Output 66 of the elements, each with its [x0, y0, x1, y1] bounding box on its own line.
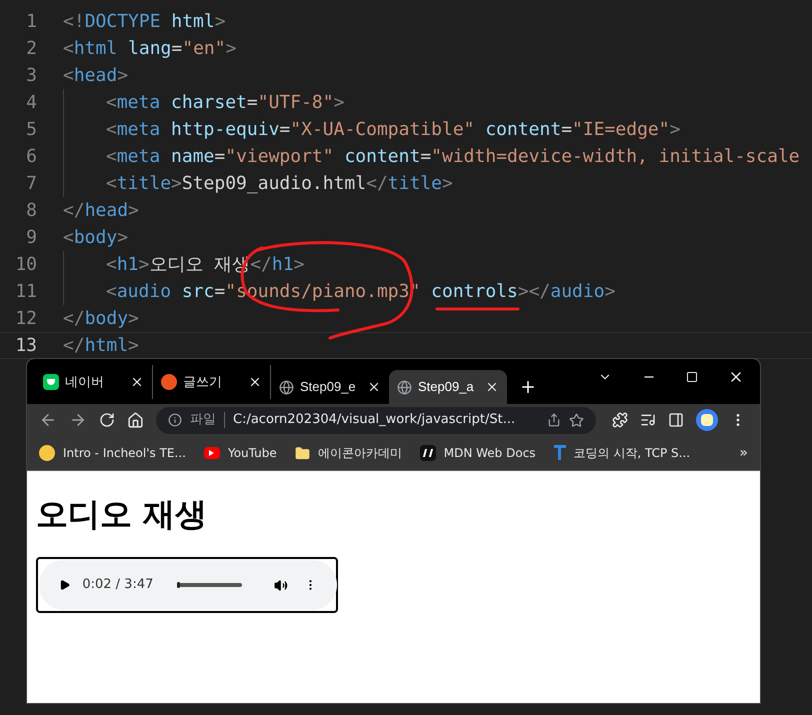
close-icon[interactable]	[367, 380, 381, 394]
side-panel-icon[interactable]	[668, 412, 684, 428]
line-number: 13	[14, 334, 37, 358]
maximize-icon[interactable]	[686, 371, 698, 383]
close-icon[interactable]	[248, 375, 262, 389]
line-number: 11	[14, 280, 37, 304]
close-icon[interactable]	[485, 380, 499, 394]
line-number: 8	[25, 199, 37, 223]
star-icon[interactable]	[569, 412, 584, 428]
url-text: C:/acorn202304/visual_work/javascript/St...	[233, 411, 516, 430]
forward-icon[interactable]	[69, 411, 87, 429]
line-number: 6	[25, 145, 37, 169]
youtube-icon	[204, 447, 220, 459]
info-icon	[168, 413, 182, 427]
line-number: 7	[25, 172, 37, 196]
line-number: 9	[25, 226, 37, 250]
bookmark[interactable]: YouTube	[204, 444, 277, 462]
emoji-icon	[39, 445, 55, 461]
play-icon[interactable]	[59, 578, 70, 592]
browser-tab[interactable]: 글쓰기	[153, 365, 271, 399]
code-line: <meta charset="UTF-8">	[106, 91, 344, 115]
code-line: </head>	[63, 199, 139, 223]
close-icon[interactable]	[130, 375, 144, 389]
share-icon[interactable]	[547, 413, 561, 427]
bookmark[interactable]: 코딩의 시작, TCP S...	[554, 444, 690, 462]
line-number: 2	[25, 37, 37, 61]
code-line: <!DOCTYPE html>	[63, 10, 226, 34]
line-number: 5	[25, 118, 37, 142]
reload-icon[interactable]	[99, 412, 115, 428]
browser-tab[interactable]: Step09_e	[271, 370, 389, 404]
browser-tab[interactable]: Step09_a	[389, 370, 507, 404]
more-bookmarks[interactable]: »	[739, 442, 748, 464]
mdn-icon	[420, 445, 436, 461]
media-icon[interactable]	[640, 412, 656, 428]
page-heading: 오디오 재생	[36, 494, 208, 535]
code-line: </body>	[63, 307, 139, 331]
line-number: 3	[25, 64, 37, 88]
code-line: <meta name="viewport" content="width=device-width, initial-scale	[106, 145, 800, 169]
home-icon[interactable]	[127, 412, 144, 428]
new-tab-icon[interactable]	[519, 378, 537, 396]
line-number: 10	[14, 253, 37, 277]
line-number: 1	[25, 10, 37, 34]
t-logo-icon	[554, 445, 566, 461]
browser-tab[interactable]: 네이버	[35, 365, 153, 399]
line-number: 12	[14, 307, 37, 331]
bookmark[interactable]: 에이콘아카데미	[294, 444, 402, 462]
extensions-icon[interactable]	[612, 412, 628, 428]
audio-player[interactable]: 0:02 / 3:47	[36, 557, 338, 613]
folder-icon	[294, 446, 310, 460]
back-icon[interactable]	[39, 411, 57, 429]
code-line: <title>Step09_audio.html</title>	[106, 172, 453, 196]
time-display: 0:02 / 3:47	[82, 576, 154, 594]
globe-icon	[397, 380, 412, 394]
code-line: <html lang="en">	[63, 37, 236, 61]
bookmark[interactable]: MDN Web Docs	[420, 444, 536, 462]
code-line: </html>	[63, 334, 139, 358]
code-line: <meta http-equiv="X-UA-Compatible" content="IE=edge">	[106, 118, 680, 142]
code-line: <body>	[63, 226, 128, 250]
scheme-label: 파일	[190, 411, 216, 430]
line-number: 4	[25, 91, 37, 115]
code-line: <head>	[63, 64, 128, 88]
progress-track[interactable]	[177, 583, 242, 587]
bookmark[interactable]: Intro - Incheol's TE...	[39, 444, 186, 462]
globe-icon	[279, 380, 294, 394]
address-bar[interactable]: 파일 C:/acorn202304/visual_work/javascript/St...	[156, 406, 596, 434]
profile-avatar[interactable]	[696, 409, 718, 431]
